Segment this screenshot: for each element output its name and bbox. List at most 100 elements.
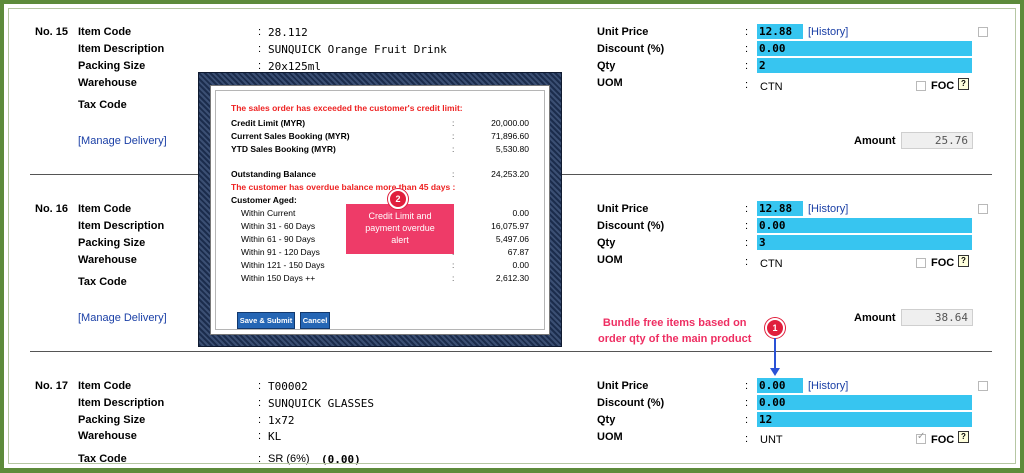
packing-size-label: Packing Size [78,60,146,72]
tax-code-label: Tax Code [78,276,127,288]
tax-code-label: Tax Code [78,99,127,111]
callout-line: alert [391,235,409,245]
packing-size-label: Packing Size [78,414,146,426]
unit-price-input[interactable]: 12.88 [757,24,803,39]
history-link[interactable]: [History] [808,26,848,38]
amount-field: 25.76 [901,132,973,149]
foc-checkbox[interactable] [916,81,926,91]
colon: : [745,43,749,55]
callout-badge-2: 2 [388,189,408,209]
discount-input[interactable]: 0.00 [757,395,972,410]
colon: : [745,220,749,232]
colon: : [258,397,262,409]
item-description-value: SUNQUICK Orange Fruit Drink [268,43,447,56]
manage-delivery-link[interactable]: [Manage Delivery] [78,312,167,324]
aged-row-value: 0.00 [512,208,529,218]
colon: : [745,256,749,268]
item-description-label: Item Description [78,397,165,409]
tax-code-label: Tax Code [78,453,127,465]
qty-label: Qty [597,237,616,249]
arrow-head-icon [770,368,780,376]
aged-row-label: Within 150 Days ++ [241,273,316,283]
item-code-value: T00002 [268,380,308,393]
history-link[interactable]: [History] [808,380,848,392]
colon: : [745,203,749,215]
item-code-label: Item Code [78,203,132,215]
colon: : [258,26,262,38]
packing-size-value: 1x72 [268,414,295,427]
colon: : [745,380,749,392]
credit-limit-value: 20,000.00 [491,118,529,128]
colon: : [258,453,262,465]
colon: : [452,169,455,179]
credit-exceeded-message: The sales order has exceeded the custome… [231,103,463,113]
manage-delivery-link[interactable]: [Manage Delivery] [78,135,167,147]
item-code-label: Item Code [78,26,132,38]
unit-price-input[interactable]: 12.88 [757,201,803,216]
qty-input[interactable]: 3 [757,235,972,250]
aged-row-label: Within 121 - 150 Days [241,260,325,270]
foc-label: FOC [931,257,955,269]
foc-label: FOC [931,434,955,446]
overdue-message: The customer has overdue balance more th… [231,182,456,192]
item-number: No. 16 [35,203,69,215]
customer-aged-label: Customer Aged: [231,195,297,205]
outstanding-value: 24,253.20 [491,169,529,179]
amount-field: 38.64 [901,309,973,326]
colon: : [745,414,749,426]
item-code-label: Item Code [78,380,132,392]
outstanding-label: Outstanding Balance [231,169,317,179]
aged-row-label: Within Current [241,208,296,218]
checkbox-icon[interactable] [978,381,988,391]
callout-line: Bundle free items based on [602,317,747,329]
colon: : [258,43,262,55]
ytd-booking-value: 5,530.80 [495,144,529,154]
colon: : [452,131,455,141]
colon: : [745,79,749,91]
foc-label: FOC [931,80,955,92]
colon: : [258,414,262,426]
qty-label: Qty [597,60,616,72]
warehouse-label: Warehouse [78,430,137,442]
callout-line: Credit Limit and [368,211,432,221]
foc-checkbox[interactable] [916,258,926,268]
colon: : [452,144,455,154]
discount-input[interactable]: 0.00 [757,218,972,233]
checkbox-icon[interactable] [978,204,988,214]
colon: : [452,118,455,128]
current-booking-value: 71,896.60 [491,131,529,141]
save-submit-button[interactable]: Save & Submit [237,312,295,329]
current-booking-label: Current Sales Booking (MYR) [231,131,350,141]
packing-size-label: Packing Size [78,237,146,249]
aged-row-label: Within 61 - 90 Days [241,234,316,244]
colon: : [745,237,749,249]
aged-row-label: Within 91 - 120 Days [241,247,320,257]
history-link[interactable]: [History] [808,203,848,215]
tax-code-value: SR (6%) [268,453,310,465]
item-description-label: Item Description [78,43,165,55]
qty-input[interactable]: 12 [757,412,972,427]
colon: : [745,397,749,409]
foc-checkbox[interactable] [916,431,926,444]
warehouse-value: KL [268,430,282,443]
unit-price-label: Unit Price [597,203,649,215]
help-icon[interactable]: ? [958,78,969,90]
discount-label: Discount (%) [597,397,665,409]
cancel-button[interactable]: Cancel [300,312,330,329]
checkbox-icon[interactable] [978,27,988,37]
uom-value: UNT [760,434,783,446]
amount-label: Amount [854,135,896,147]
help-icon[interactable]: ? [958,431,969,443]
qty-input[interactable]: 2 [757,58,972,73]
aged-row-value: 2,612.30 [495,273,529,283]
aged-row-label: Within 31 - 60 Days [241,221,316,231]
aged-row-value: 0.00 [512,260,529,270]
callout-arrow [774,338,776,370]
help-icon[interactable]: ? [958,255,969,267]
item-number: No. 15 [35,26,69,38]
warehouse-label: Warehouse [78,254,137,266]
unit-price-input[interactable]: 0.00 [757,378,803,393]
unit-price-label: Unit Price [597,380,649,392]
discount-input[interactable]: 0.00 [757,41,972,56]
callout-line: order qty of the main product [598,333,752,345]
